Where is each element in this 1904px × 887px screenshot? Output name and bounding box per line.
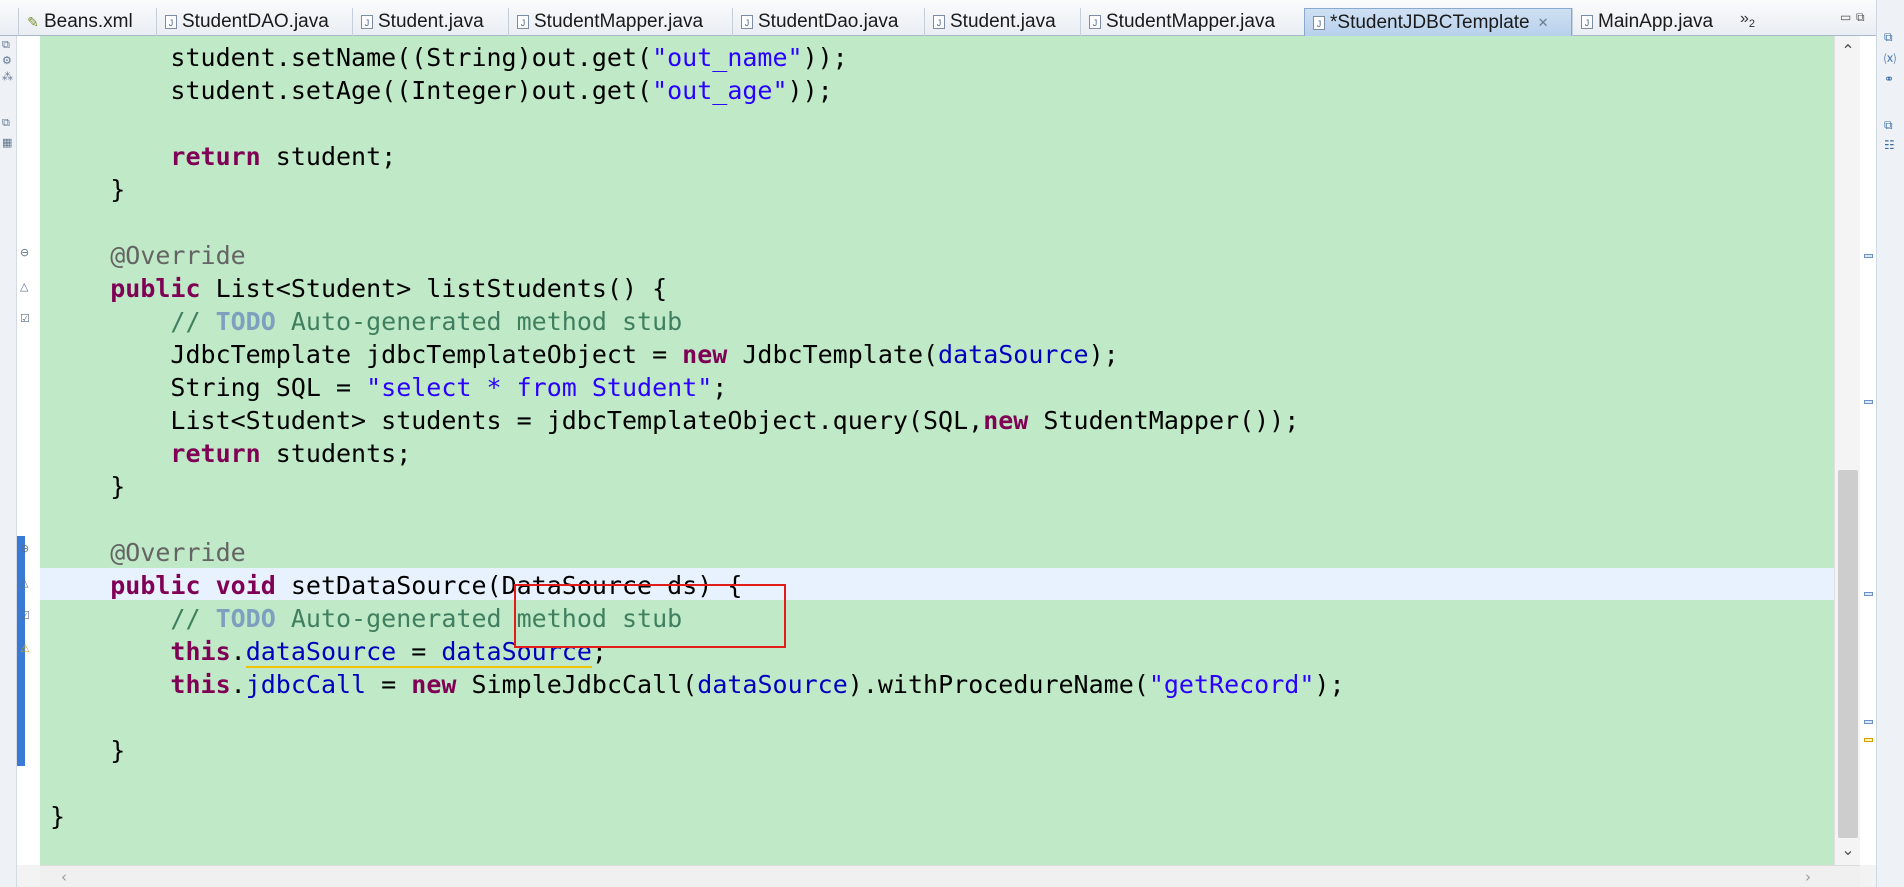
tab-studentdao-java-2[interactable]: J StudentDao.java: [732, 8, 924, 36]
code-line: student.setAge((Integer)out.get("out_age…: [170, 76, 833, 105]
eclipse-editor-window: ✎ Beans.xml J StudentDAO.java J Student.…: [0, 0, 1904, 887]
restore-icon[interactable]: ⧉: [1884, 118, 1893, 133]
scrollbar-thumb[interactable]: [1838, 470, 1858, 838]
tab-student-java[interactable]: J Student.java: [352, 8, 508, 36]
outline-icon[interactable]: ▦: [2, 136, 12, 149]
warning-icon[interactable]: ⚠: [20, 642, 30, 655]
java-file-icon: J: [1313, 15, 1325, 30]
code-line: @Override: [110, 241, 246, 270]
tab-label: Student.java: [378, 11, 484, 32]
scroll-up-arrow-icon[interactable]: ⌃: [1835, 36, 1861, 66]
breakpoints-icon[interactable]: ⚭: [1884, 72, 1894, 86]
tab-label: Beans.xml: [44, 11, 133, 32]
minimize-icon[interactable]: ▭: [1840, 10, 1851, 24]
right-trim-stack: ⧉ ⒳ ⚭ ⧉ ☷: [1876, 0, 1904, 887]
java-file-icon: J: [741, 15, 753, 29]
code-line: return students;: [170, 439, 412, 468]
scroll-right-arrow-icon[interactable]: ›: [1796, 866, 1820, 887]
code-line: List<Student> students = jdbcTemplateObj…: [170, 406, 1300, 435]
code-line: return student;: [170, 142, 397, 171]
tab-label: *StudentJDBCTemplate: [1330, 11, 1530, 33]
code-line: }: [50, 736, 126, 765]
restore-icon[interactable]: ⧉: [2, 38, 10, 52]
task-annotation-marker[interactable]: [1864, 254, 1873, 258]
code-line: public List<Student> listStudents() {: [110, 274, 668, 303]
close-icon[interactable]: ✕: [1538, 15, 1549, 31]
code-line: }: [50, 802, 66, 831]
code-editor[interactable]: student.setName((String)out.get("out_nam…: [40, 36, 1834, 865]
restore-icon[interactable]: ⧉: [1884, 30, 1893, 45]
code-line: @Override: [110, 538, 246, 567]
package-explorer-icon[interactable]: ⚙: [2, 54, 12, 67]
java-file-icon: J: [517, 15, 529, 29]
variables-icon[interactable]: ⒳: [1884, 50, 1896, 67]
maximize-icon[interactable]: ⧉: [1856, 10, 1865, 25]
code-line: JdbcTemplate jdbcTemplateObject = new Jd…: [170, 340, 1119, 369]
overflow-count: 2: [1748, 18, 1756, 31]
tab-overflow-button[interactable]: »2: [1740, 10, 1755, 30]
java-file-icon: J: [933, 15, 945, 29]
override-marker-icon: △: [20, 576, 29, 589]
fold-collapse-icon[interactable]: ⊖: [20, 246, 29, 259]
tab-label: StudentDao.java: [758, 11, 899, 32]
overview-ruler: [1860, 36, 1876, 865]
task-marker-icon: ☑: [20, 609, 30, 622]
xml-file-icon: ✎: [27, 14, 39, 30]
java-file-icon: J: [1581, 15, 1593, 29]
tab-label: Student.java: [950, 11, 1056, 32]
red-highlight-box: [514, 584, 786, 648]
task-annotation-marker[interactable]: [1864, 592, 1873, 596]
tab-label: StudentMapper.java: [1106, 11, 1276, 32]
code-line: student.setName((String)out.get("out_nam…: [170, 43, 848, 72]
java-file-icon: J: [165, 15, 177, 29]
warning-annotation-marker[interactable]: [1864, 738, 1873, 742]
editor-tab-bar: ✎ Beans.xml J StudentDAO.java J Student.…: [0, 0, 1904, 36]
fold-collapse-icon[interactable]: ⊖: [20, 542, 29, 555]
java-file-icon: J: [1089, 15, 1101, 29]
tab-label: MainApp.java: [1598, 11, 1714, 32]
vertical-scrollbar[interactable]: ⌃ ⌄: [1834, 36, 1861, 865]
hierarchy-icon[interactable]: ⁂: [2, 70, 13, 83]
code-line: }: [50, 175, 126, 204]
task-marker-icon: ☑: [20, 312, 30, 325]
outline-icon[interactable]: ☷: [1884, 138, 1895, 152]
tab-studentdao-java[interactable]: J StudentDAO.java: [156, 8, 352, 36]
tab-student-java-2[interactable]: J Student.java: [924, 8, 1080, 36]
scroll-down-arrow-icon[interactable]: ⌄: [1835, 835, 1861, 865]
code-line: }: [50, 472, 126, 501]
tab-mainapp-java[interactable]: J MainApp.java: [1572, 8, 1736, 36]
java-file-icon: J: [361, 15, 373, 29]
tab-label: StudentMapper.java: [534, 11, 704, 32]
task-annotation-marker[interactable]: [1864, 720, 1873, 724]
tab-label: StudentDAO.java: [182, 11, 329, 32]
restore-icon[interactable]: ⧉: [2, 116, 10, 130]
task-annotation-marker[interactable]: [1864, 400, 1873, 404]
tab-studentmapper-java-2[interactable]: J StudentMapper.java: [1080, 8, 1304, 36]
tab-studentjdbctemplate-active[interactable]: J *StudentJDBCTemplate ✕: [1304, 8, 1572, 36]
code-line: // TODO Auto-generated method stub: [170, 307, 683, 336]
tab-studentmapper-java[interactable]: J StudentMapper.java: [508, 8, 732, 36]
code-line: this.jdbcCall = new SimpleJdbcCall(dataS…: [170, 670, 1345, 699]
tab-beans-xml[interactable]: ✎ Beans.xml: [18, 8, 156, 36]
scroll-left-arrow-icon[interactable]: ‹: [52, 866, 76, 887]
code-line: String SQL = "select * from Student";: [170, 373, 728, 402]
horizontal-scrollbar[interactable]: ‹ ›: [40, 865, 1860, 887]
chevron-right-icon: »: [1740, 10, 1749, 27]
left-trim-stack: ⧉ ⚙ ⁂ ⧉ ▦: [0, 36, 17, 887]
override-marker-icon: △: [20, 280, 29, 293]
